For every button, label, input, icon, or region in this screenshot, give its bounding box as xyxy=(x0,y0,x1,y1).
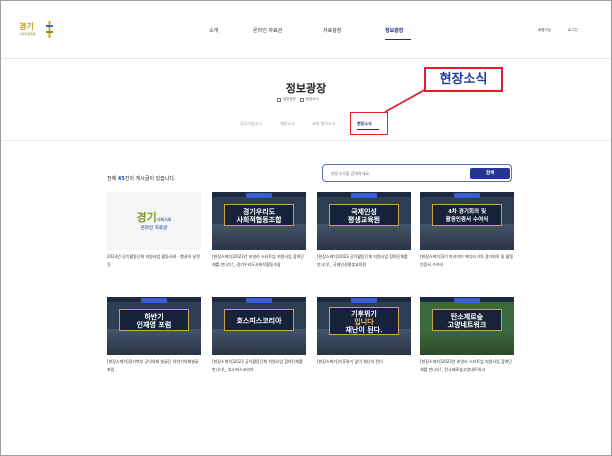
site-logo[interactable]: 경기 사회적경제원 xyxy=(19,21,59,39)
card-thumbnail[interactable]: 호스피스코리아 xyxy=(212,297,306,355)
card-caption[interactable]: [현장스케치]2023 공익활동단체 지원사업 참여단체를 만나다!_ 국제인성… xyxy=(317,253,411,268)
nav-info-square[interactable]: 정보광장 xyxy=(385,27,403,34)
card-caption[interactable]: [현장스케치]경기북부 공익의제 발굴단 하반기의제발굴포럼 xyxy=(107,358,201,373)
breadcrumb-item-field[interactable]: 현장소식 xyxy=(306,97,319,102)
card-thumbnail[interactable]: 탄소제로숲 고양네트워크 xyxy=(420,297,514,355)
card-caption[interactable]: 2023년 공익활동단체 지원사업 활동사례 - 행권의 날갯짓 xyxy=(107,253,201,268)
thumb-title: 기후위기 입니다 재난이 된다. xyxy=(317,310,411,334)
home-icon[interactable] xyxy=(277,97,281,102)
page-title: 정보광장 xyxy=(285,82,327,95)
nav-intro[interactable]: 소개 xyxy=(209,27,218,34)
thumb-title: 탄소제로숲 고양네트워크 xyxy=(420,313,514,329)
site-header: 경기 사회적경제원 소개 온라인 자료관 자료광장 정보광장 회원가입 로그인 xyxy=(1,1,611,59)
login-link[interactable]: 로그인 xyxy=(568,28,578,33)
logo-mark-icon xyxy=(46,21,53,38)
card-caption[interactable]: [현장스케치]기후위기 없이 재난이 된다. xyxy=(317,358,411,366)
thumb-photo xyxy=(212,224,306,250)
search-button[interactable]: 검색 xyxy=(470,168,510,179)
subtab-contest-news[interactable]: 공모사업소식 xyxy=(240,121,262,127)
thumb-title-line: 4차 경기회의 및 xyxy=(447,209,487,215)
card-thumbnail[interactable]: 기후위기 입니다 재난이 된다. xyxy=(317,297,411,355)
card-thumbnail[interactable]: 하반기 인재영 포럼 xyxy=(107,297,201,355)
thumb-title: 경기우리도 사회적협동조합 xyxy=(212,208,306,224)
thumb-tag xyxy=(454,193,480,198)
thumb-photo xyxy=(420,224,514,250)
thumb-title-line: 재난이 된다. xyxy=(345,325,383,334)
signup-link[interactable]: 회원가입 xyxy=(538,28,551,33)
thumb-tag xyxy=(246,298,272,303)
post-count-suffix: 건의 게시글이 있습니다. xyxy=(124,176,176,182)
annotation-highlight-box xyxy=(350,112,388,135)
annotation-label: 현장소식 xyxy=(424,67,503,92)
thumb-photo xyxy=(317,224,411,250)
card-caption[interactable]: [현장스케치]3기 마카이브 에디터 4차 경기회의 및 활동인증서 수여식 xyxy=(420,253,514,268)
breadcrumb-item-info[interactable]: 정보광장 xyxy=(283,97,296,102)
thumb-title: 국제인성 평생교육원 xyxy=(317,208,411,224)
card-thumbnail[interactable]: 국제인성 평생교육원 xyxy=(317,192,411,250)
card-thumbnail[interactable]: 4차 경기회의 및활동인증서 수여식 xyxy=(420,192,514,250)
card-caption[interactable]: [현장스케치]2023년 비영리 스타트업 지원사업 참여단체를 만나다!_ 경… xyxy=(212,253,306,268)
thumb-title-line: 고양네트워크 xyxy=(447,320,487,329)
logo-sub: 사회적경제원 xyxy=(19,32,36,36)
search-input[interactable] xyxy=(331,169,461,178)
thumb-title: 호스피스코리아 xyxy=(212,317,306,325)
page-frame xyxy=(0,0,612,456)
thumb-tag xyxy=(351,298,377,303)
card-thumbnail[interactable]: 경기사회사회 온라인 자료관 xyxy=(107,192,201,250)
thumb-photo xyxy=(212,329,306,355)
breadcrumb-separator-icon xyxy=(299,97,304,102)
breadcrumb: 정보광장 현장소식 xyxy=(277,97,319,102)
post-count-number: 45 xyxy=(117,176,125,182)
thumb-photo xyxy=(107,329,201,355)
thumb-tag xyxy=(141,298,167,303)
thumb-tag xyxy=(454,298,480,303)
logo-text: 경기 xyxy=(19,21,34,31)
nav-online-archive[interactable]: 온라인 자료관 xyxy=(253,27,282,34)
thumb-brand-small: 사회사회 xyxy=(156,217,172,222)
thumb-title: 하반기 인재영 포럼 xyxy=(107,313,201,329)
thumb-title-line: 활동인증서 수여식 xyxy=(445,217,489,223)
card-caption[interactable]: [현장스케치]2023 공익활동단체 지원사업 참여단체를 만나다!_ 호스피스… xyxy=(212,358,306,373)
subtab-recruit-news[interactable]: 채용소식 xyxy=(280,121,295,127)
post-count: 전체 45건의 게시글이 있습니다. xyxy=(107,175,176,182)
nav-data-square[interactable]: 자료광장 xyxy=(323,27,341,34)
thumb-title-line: 호스피스코리아 xyxy=(236,316,282,325)
thumb-brand: 경기사회사회 xyxy=(107,209,201,225)
thumb-tag xyxy=(246,193,272,198)
thumb-brand-main: 경기 xyxy=(136,211,157,224)
search-bar: 검색 xyxy=(322,164,512,182)
thumb-title-line: 사회적협동조합 xyxy=(236,215,282,224)
card-caption[interactable]: [현장스케치]2023년 비영리 스타트업 지원사업 참여단체를 만나다!_ 탄… xyxy=(420,358,514,373)
nav-active-indicator xyxy=(385,39,411,40)
thumb-title-line: 평생교육원 xyxy=(347,215,381,224)
subtab-edu-event-news[interactable]: 교육 행사소식 xyxy=(312,121,335,127)
thumb-title-line: 인재영 포럼 xyxy=(136,320,172,329)
thumb-photo xyxy=(420,329,514,355)
thumb-title: 4차 경기회의 및활동인증서 수여식 xyxy=(420,208,514,224)
post-count-prefix: 전체 xyxy=(107,176,117,182)
card-thumbnail[interactable]: 경기우리도 사회적협동조합 xyxy=(212,192,306,250)
section-divider xyxy=(1,140,611,141)
thumb-subtitle: 온라인 자료관 xyxy=(140,226,168,231)
thumb-tag xyxy=(351,193,377,198)
